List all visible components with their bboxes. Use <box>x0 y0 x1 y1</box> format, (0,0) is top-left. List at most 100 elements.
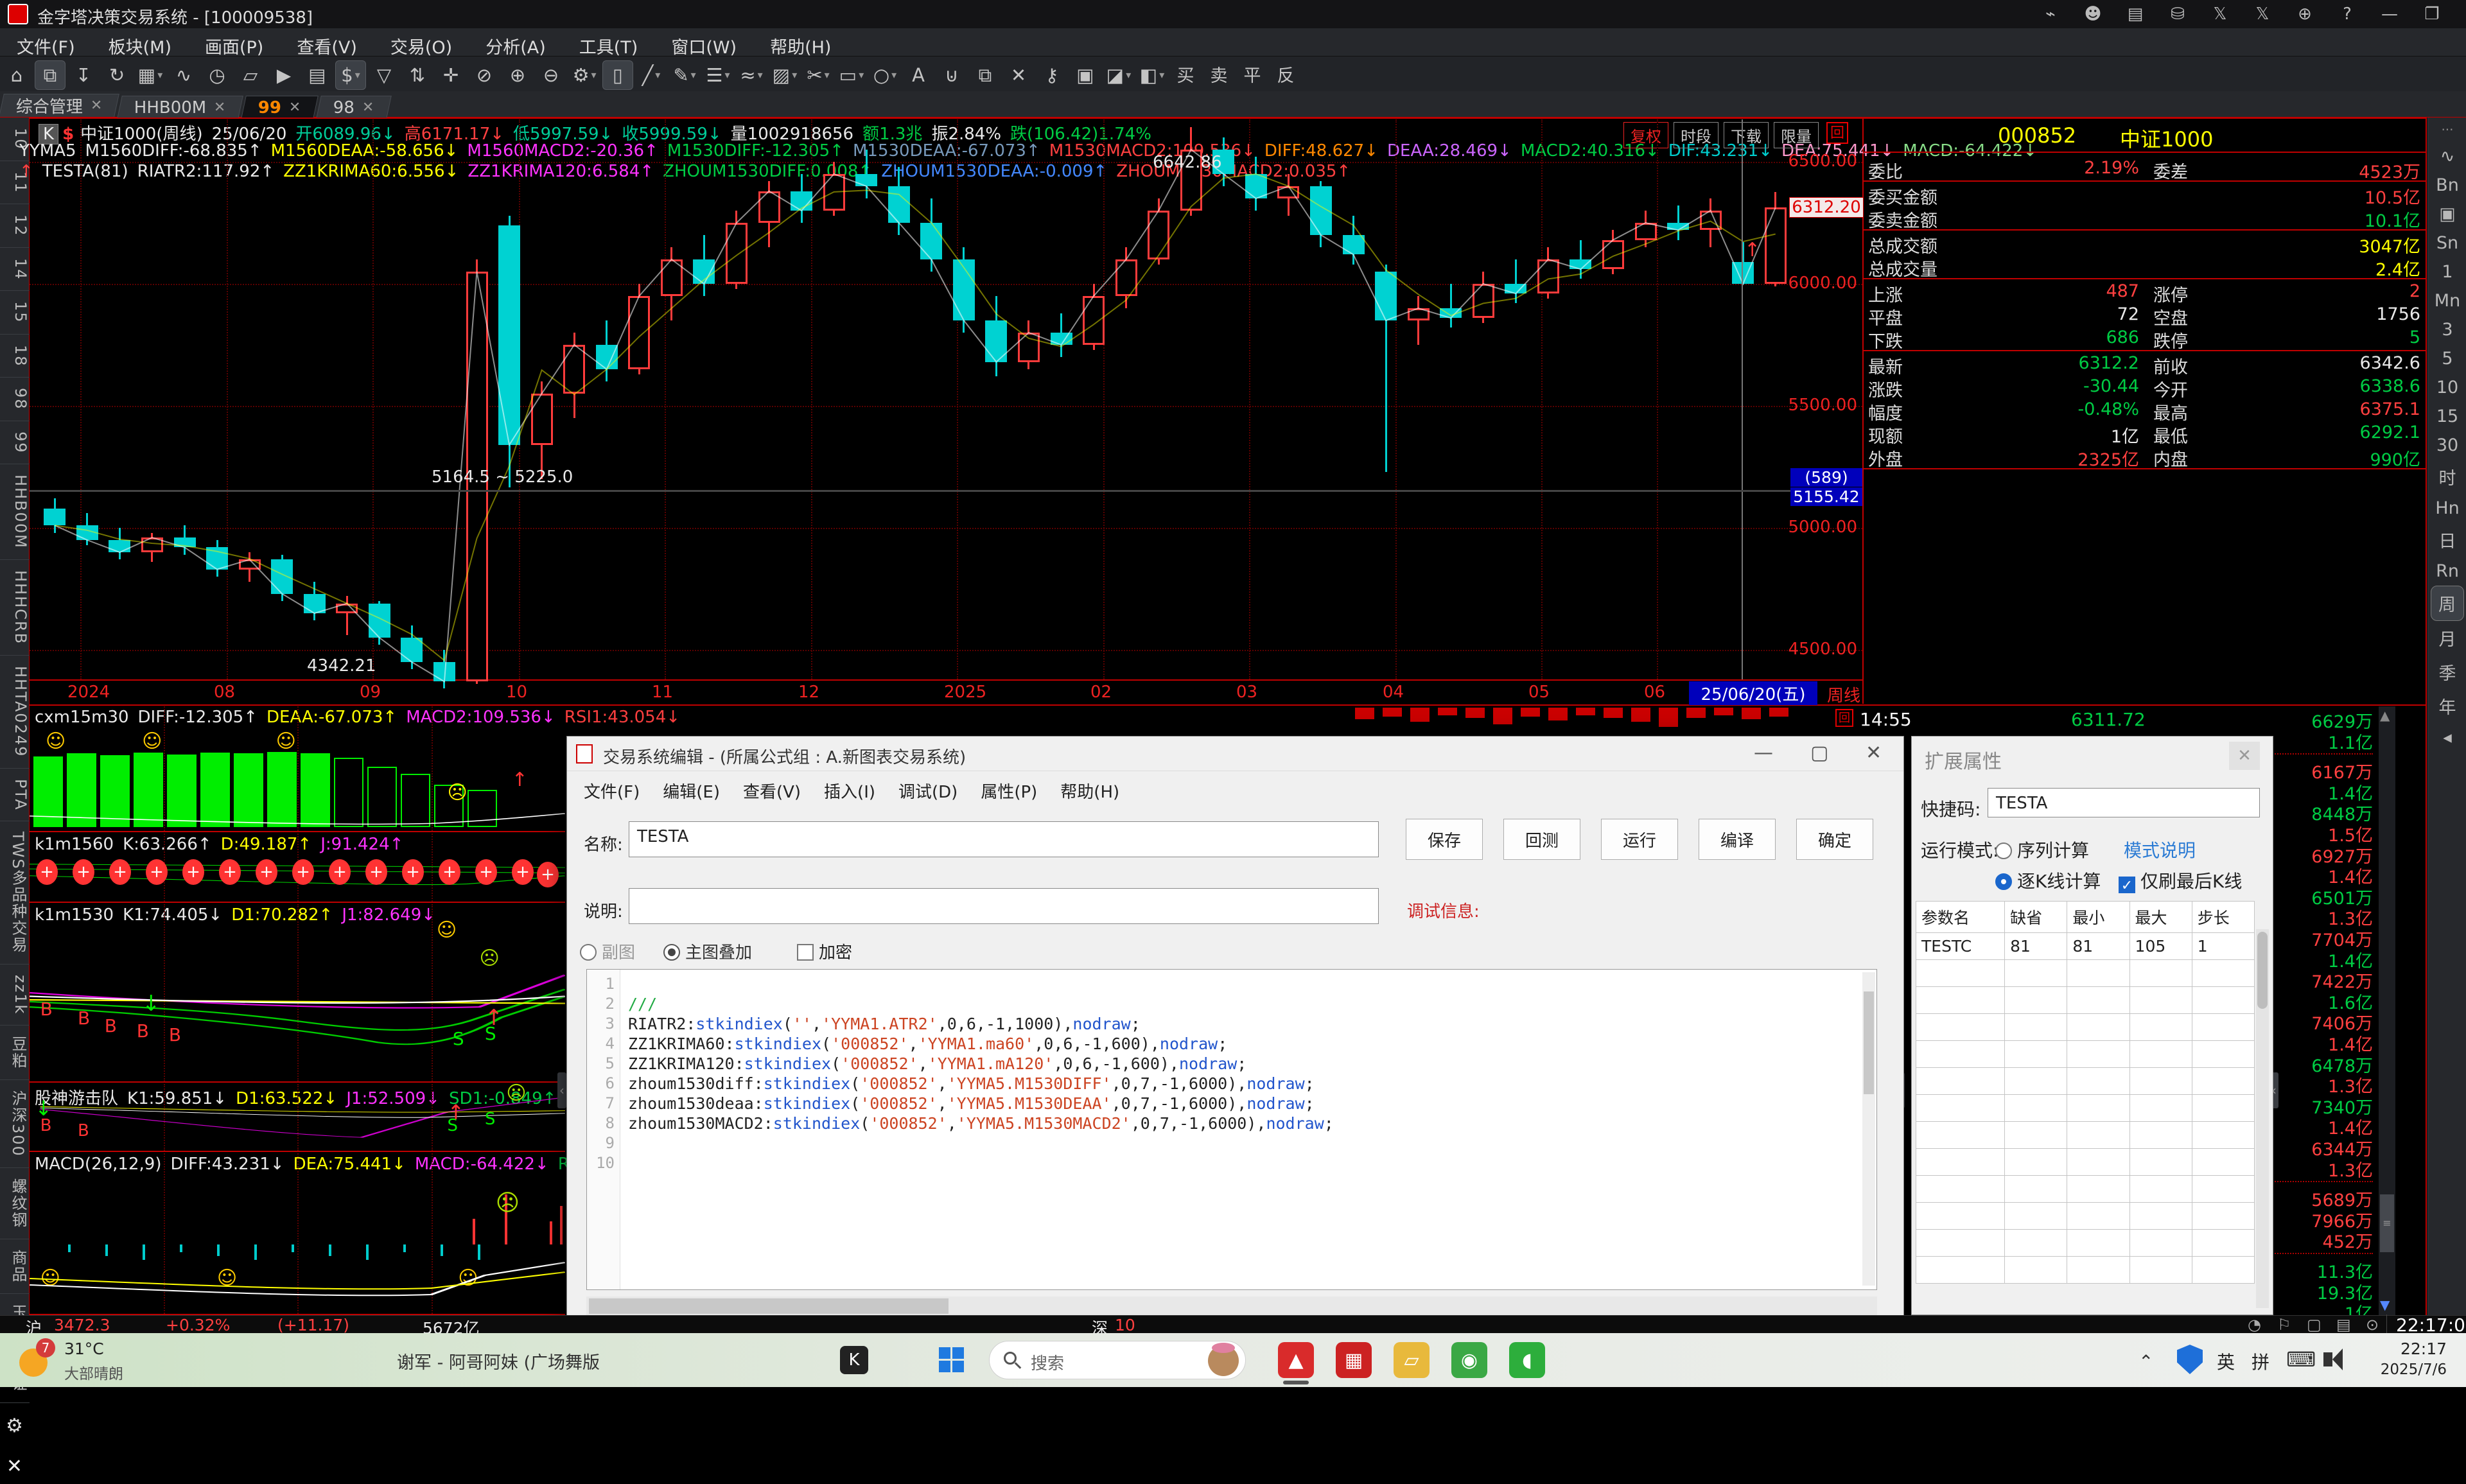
circle-icon[interactable]: ○▾ <box>870 60 900 90</box>
candle[interactable] <box>531 394 553 445</box>
candle[interactable] <box>855 174 877 186</box>
period-1[interactable]: 1 <box>2428 258 2466 286</box>
period-◂[interactable]: ◂ <box>2428 723 2466 752</box>
tab-HHB00M[interactable]: HHB00M✕ <box>118 96 244 119</box>
brush-icon[interactable]: ◪▾ <box>1103 60 1134 90</box>
candle[interactable] <box>466 272 488 681</box>
sidebar-gear-icon[interactable]: ⚙ <box>0 1403 29 1449</box>
period-时[interactable]: 时 <box>2428 460 2466 494</box>
tab-综合管理[interactable]: 综合管理✕ <box>0 94 119 117</box>
candle[interactable] <box>791 191 812 211</box>
delete-icon[interactable]: ✕ <box>1003 60 1034 90</box>
green-app-icon[interactable]: ◉ <box>1451 1342 1487 1378</box>
candle[interactable] <box>271 559 293 593</box>
candle[interactable] <box>304 594 326 613</box>
candle[interactable] <box>953 259 975 320</box>
hatch-icon[interactable]: ▨▾ <box>769 60 800 90</box>
start-button[interactable] <box>939 1347 965 1373</box>
k-badge[interactable]: K <box>39 124 58 144</box>
sidebar-item-zz1k[interactable]: zz1k <box>0 965 30 1026</box>
candle[interactable] <box>920 223 942 259</box>
mouse-icon[interactable]: ▯ <box>602 60 633 90</box>
ai-icon[interactable]: ⊙ <box>2366 1316 2379 1334</box>
radio-subchart-circle[interactable] <box>580 944 597 961</box>
link-icon[interactable]: ⧉ <box>35 60 66 90</box>
dialog-title-bar[interactable]: 交易系统编辑 - (所属公式组 : A.新图表交易系统) — ▢ ✕ <box>567 737 1903 771</box>
candle[interactable] <box>239 559 261 569</box>
candle[interactable] <box>433 662 455 681</box>
minute-chart-icon[interactable]: ∿ <box>2428 142 2466 171</box>
candle[interactable] <box>1732 262 1754 284</box>
dialog-menu-2[interactable]: 查看(V) <box>731 774 812 808</box>
tab-98[interactable]: 98✕ <box>316 96 391 119</box>
radio-perkline[interactable]: 逐K线计算 <box>1995 868 2101 893</box>
dialog-menu-1[interactable]: 编辑(E) <box>651 774 731 808</box>
code-editor[interactable]: 12345678910 ///RIATR2:stkindiex('','YYMA… <box>586 969 1877 1290</box>
home-icon[interactable]: ⌂ <box>1 60 32 90</box>
candle[interactable] <box>1212 150 1234 174</box>
download-icon[interactable]: ↧ <box>68 60 99 90</box>
period-日[interactable]: 日 <box>2428 523 2466 557</box>
candle[interactable] <box>1083 296 1105 345</box>
period-3[interactable]: 3 <box>2428 315 2466 344</box>
candle[interactable] <box>206 547 228 569</box>
pyramid-app-icon[interactable]: ▲ <box>1278 1342 1314 1378</box>
shortcut-input[interactable]: TESTA <box>1988 788 2260 817</box>
music-app-icon[interactable]: K <box>840 1346 868 1374</box>
candle[interactable] <box>1018 333 1040 362</box>
dialog-button-确定[interactable]: 确定 <box>1796 819 1873 860</box>
checkbox-encrypt[interactable]: 加密 <box>797 939 852 963</box>
weather-desc[interactable]: 大部晴朗 <box>64 1361 123 1383</box>
candle[interactable] <box>1310 186 1332 235</box>
candle[interactable] <box>1700 211 1722 230</box>
sidebar-item-15[interactable]: 15 <box>0 291 30 335</box>
weather-temp[interactable]: 31°C <box>64 1340 104 1358</box>
sidebar-item-HHTA0249[interactable]: HHTA0249 <box>0 656 30 768</box>
fill-icon[interactable]: ◧▾ <box>1137 60 1167 90</box>
browser-icon[interactable]: ⊕ <box>2284 3 2326 26</box>
candle[interactable] <box>1051 333 1072 345</box>
candle[interactable] <box>1375 272 1397 320</box>
sort-icon[interactable]: ⇅ <box>402 60 433 90</box>
tick-scroll-thumb[interactable]: ≡ <box>2380 1194 2394 1252</box>
tick-row-icon[interactable]: 回 <box>1835 709 1853 727</box>
candle[interactable] <box>1440 308 1462 318</box>
wechat-icon[interactable]: ◖ <box>1509 1342 1545 1378</box>
candle[interactable] <box>1765 207 1787 284</box>
code-line-4[interactable]: ZZ1KRIMA60:stkindiex('000852','YYMA1.ma6… <box>628 1034 1227 1053</box>
image-icon[interactable]: ▱ <box>235 60 266 90</box>
ext-close-icon[interactable]: ✕ <box>2229 742 2260 770</box>
trade-button-3[interactable]: 反 <box>1270 59 1301 89</box>
tick-scrollbar[interactable] <box>2379 706 2395 1315</box>
candle[interactable] <box>498 225 520 445</box>
layout-icon[interactable]: ▦▾ <box>135 60 166 90</box>
text-icon[interactable]: A <box>903 60 934 90</box>
tab-close-icon[interactable]: ✕ <box>91 98 102 114</box>
pencil-icon[interactable]: ✎▾ <box>669 60 700 90</box>
candle[interactable] <box>336 604 358 613</box>
search-box[interactable]: 搜索 <box>989 1341 1246 1379</box>
broadcast-icon[interactable]: ⌁ <box>2029 3 2072 26</box>
period-Mn[interactable]: Mn <box>2428 286 2466 315</box>
filter-icon[interactable]: ▽ <box>369 60 399 90</box>
server-icon[interactable]: ▤ <box>2336 1316 2351 1334</box>
candle[interactable] <box>174 537 196 547</box>
period-季[interactable]: 季 <box>2428 655 2466 689</box>
sidebar-item-99[interactable]: 99 <box>0 421 30 465</box>
bag-icon[interactable]: ▣ <box>1070 60 1101 90</box>
refresh-icon[interactable]: ↻ <box>101 60 132 90</box>
bell-icon[interactable]: ⚐ <box>2277 1316 2291 1334</box>
dialog-minimize-icon[interactable]: — <box>1754 742 1773 764</box>
trade-button-2[interactable]: 平 <box>1237 59 1268 89</box>
lock-icon[interactable]: ⚷ <box>1036 60 1067 90</box>
radio-mainchart[interactable]: 主图叠加 <box>663 939 752 963</box>
trade-button-0[interactable]: 买 <box>1170 59 1201 89</box>
keyboard-icon[interactable]: ⌨ <box>2286 1347 2316 1372</box>
candle[interactable] <box>44 509 66 526</box>
sidebar-item-商品[interactable]: 商品 <box>0 1239 30 1294</box>
dialog-button-运行[interactable]: 运行 <box>1601 819 1678 860</box>
dialog-menu-0[interactable]: 文件(F) <box>572 774 651 808</box>
candle[interactable] <box>985 320 1007 362</box>
defender-shield-icon[interactable] <box>2177 1345 2203 1374</box>
chart-button-限量[interactable]: 限量 <box>1774 122 1819 148</box>
